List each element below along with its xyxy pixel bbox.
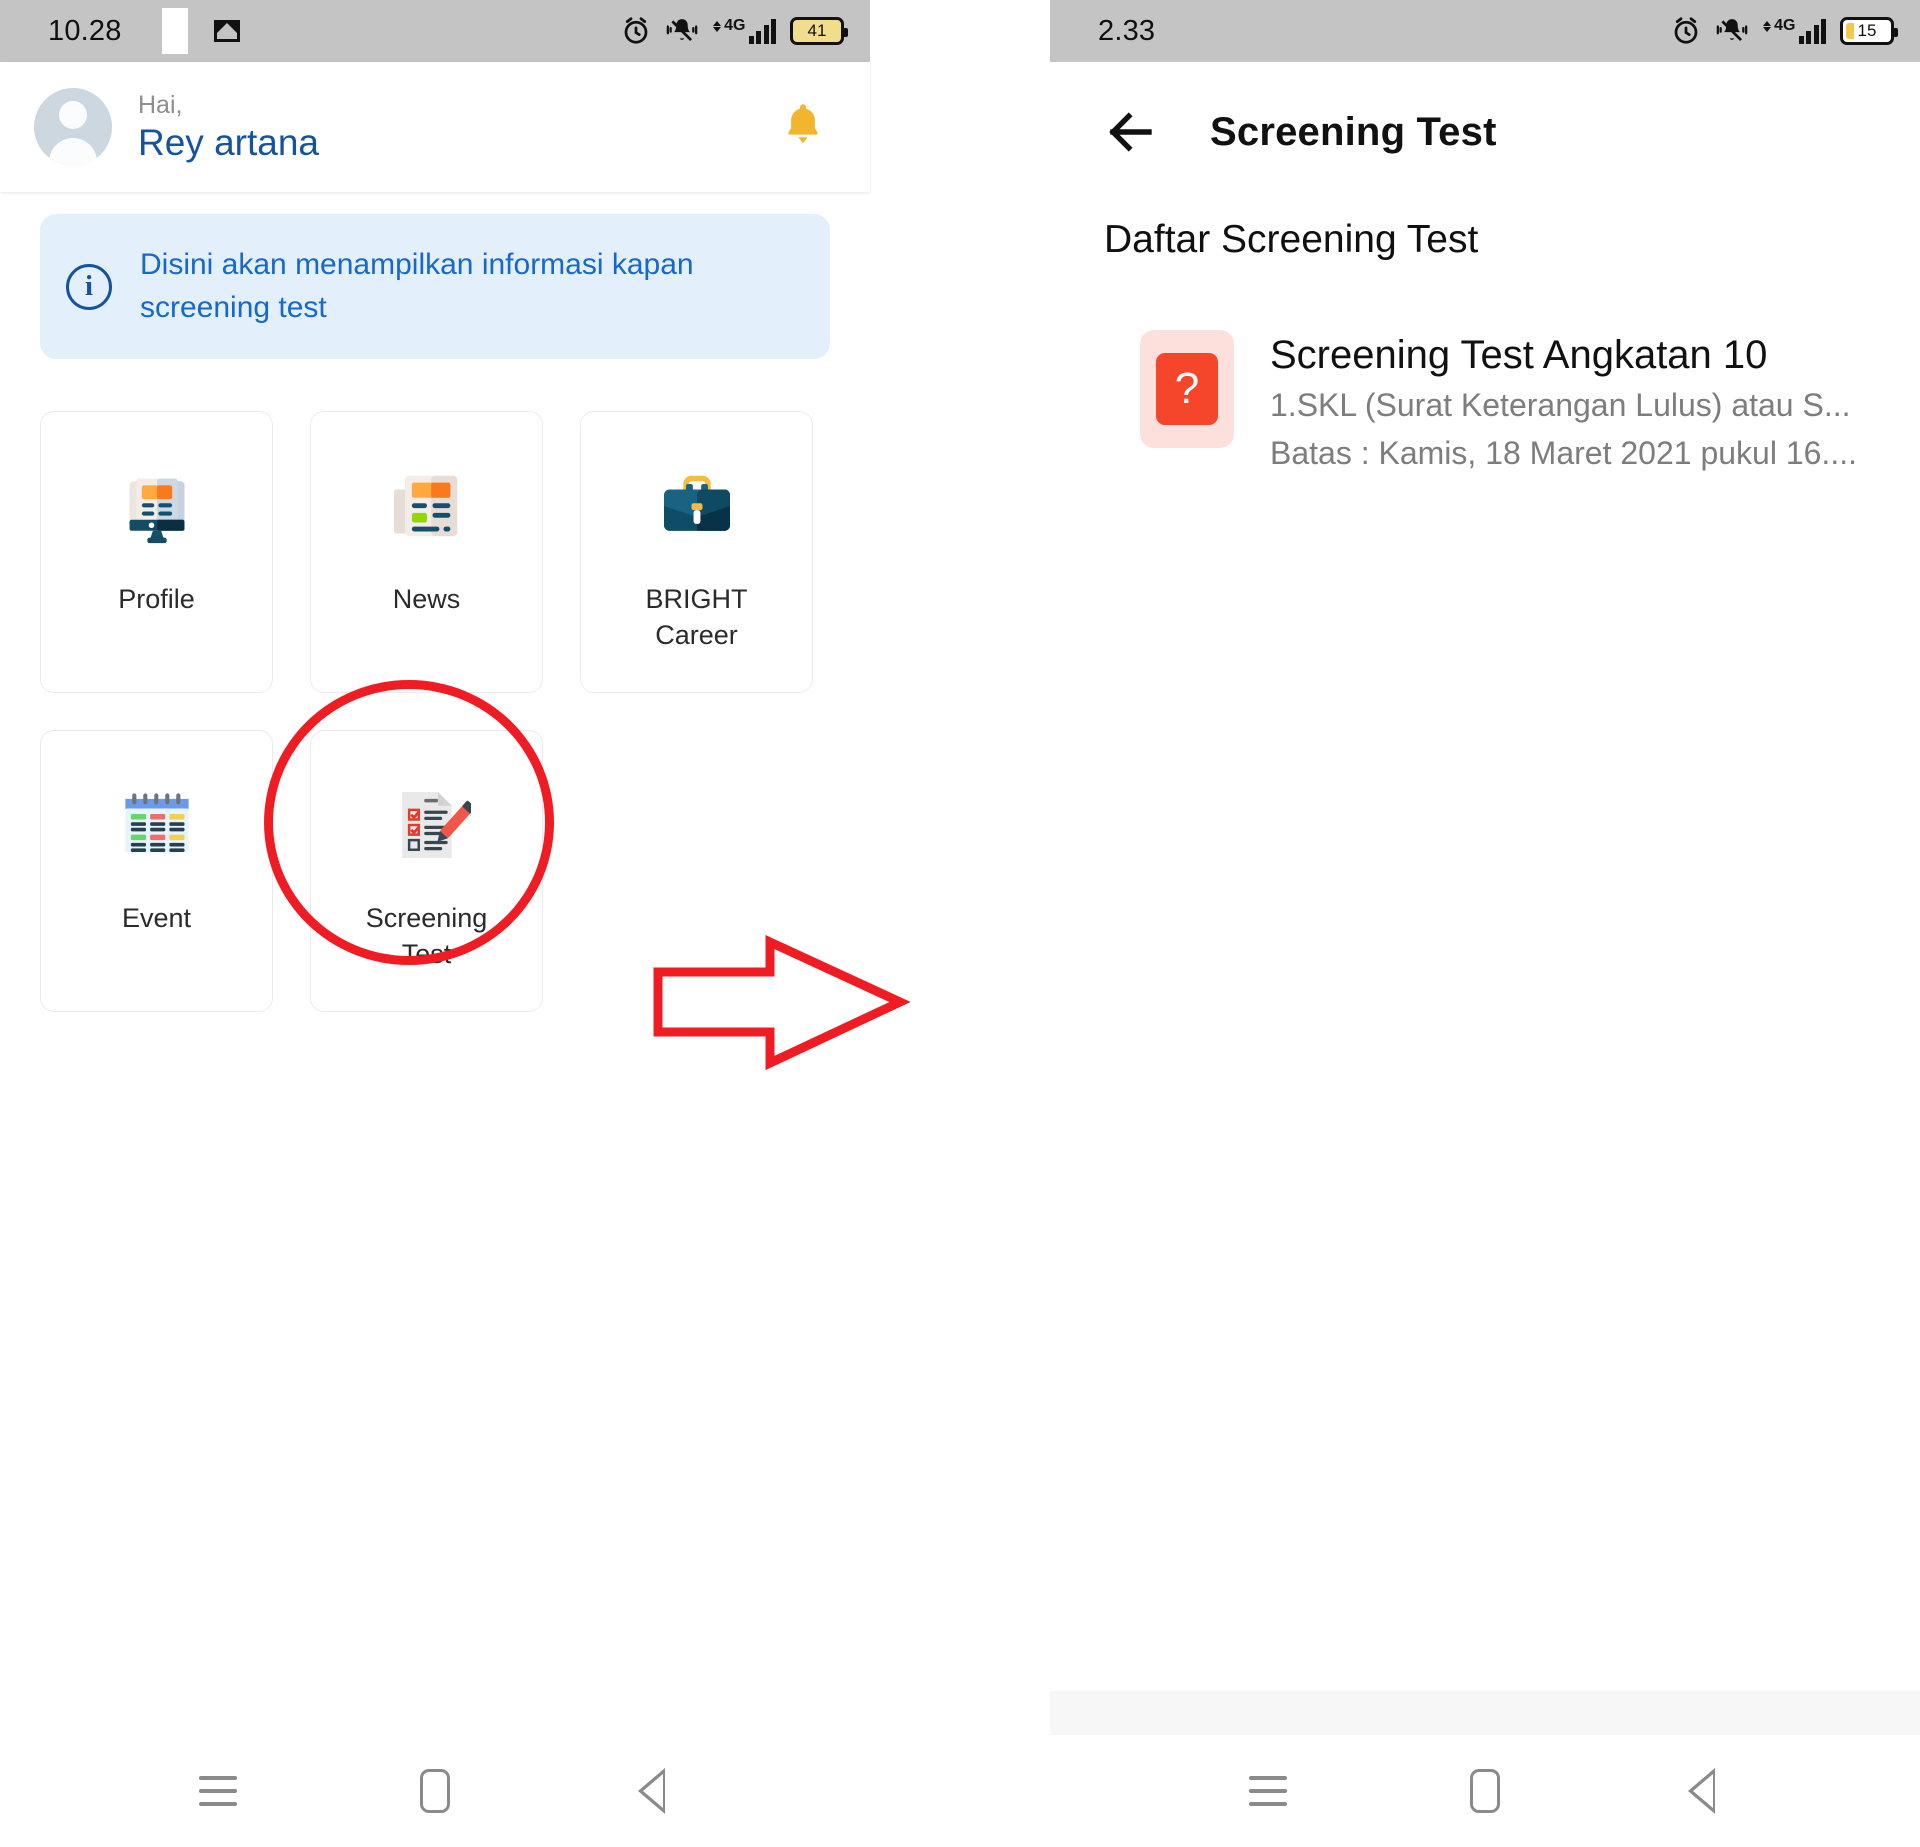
status-time: 2.33 <box>1098 14 1156 47</box>
screenshot-stage: 10.28 4G 41 Hai, Rey artana i Disini aka… <box>0 0 1920 1847</box>
network-label: 4G <box>724 17 746 34</box>
list-item-title: Screening Test Angkatan 10 <box>1270 333 1768 377</box>
menu-recents-icon[interactable] <box>1238 1761 1298 1821</box>
newspaper-icon <box>381 460 473 552</box>
status-icons-group: 4G 41 <box>621 16 848 46</box>
list-item-text: Screening Test Angkatan 10 1.SKL (Surat … <box>1270 330 1857 474</box>
battery-fill <box>1846 23 1854 39</box>
menu-recents-icon[interactable] <box>188 1761 248 1821</box>
right-phone-screen: 2.33 4G 15 Screening Test Daftar Screeni… <box>1050 0 1920 1847</box>
list-item-subtitle: 1.SKL (Surat Keterangan Lulus) atau S... <box>1270 387 1851 423</box>
app-bar-right: Screening Test <box>1050 62 1920 202</box>
info-banner: i Disini akan menampilkan informasi kapa… <box>40 214 830 360</box>
info-circle-icon: i <box>66 263 112 310</box>
list-item[interactable]: ? Screening Test Angkatan 10 1.SKL (Sura… <box>1050 330 1920 474</box>
tile-screening-test[interactable]: Screening Test <box>310 730 543 1013</box>
tile-label: News <box>392 584 461 615</box>
battery-level: 41 <box>807 21 827 40</box>
tile-label: Screening Test <box>365 903 488 970</box>
list-item-deadline: Batas : Kamis, 18 Maret 2021 pukul 16...… <box>1270 435 1857 472</box>
desktop-monitor-icon <box>111 460 203 552</box>
arrow-left-icon[interactable] <box>1104 105 1158 159</box>
info-banner-text: Disini akan menampilkan informasi kapan … <box>140 248 694 324</box>
bottom-strip <box>1050 1691 1920 1735</box>
tile-event[interactable]: Event <box>40 730 273 1013</box>
home-icon[interactable] <box>1455 1761 1515 1821</box>
tile-profile[interactable]: Profile <box>40 411 273 694</box>
status-icons-group: 4G 15 <box>1671 16 1898 46</box>
status-notch <box>161 8 188 54</box>
menu-grid: Profile News BRIGHT Career Event Screeni… <box>0 359 870 1013</box>
app-header: Hai, Rey artana <box>0 62 870 192</box>
tile-news[interactable]: News <box>310 411 543 694</box>
greeting-label: Hai, <box>138 90 183 119</box>
calendar-icon <box>111 779 203 871</box>
battery-level: 15 <box>1857 21 1877 40</box>
page-title: Screening Test <box>1210 109 1497 154</box>
back-triangle-icon[interactable] <box>622 1761 682 1821</box>
alarm-icon <box>621 16 651 46</box>
signal-bars-icon <box>1798 18 1826 44</box>
tile-bright-career[interactable]: BRIGHT Career <box>580 411 813 694</box>
left-body: i Disini akan menampilkan informasi kapa… <box>0 214 870 1013</box>
status-time: 10.28 <box>48 14 122 47</box>
greeting-block: Hai, Rey artana <box>138 91 319 163</box>
system-nav-bar-left <box>0 1735 870 1847</box>
notification-bell-icon[interactable] <box>780 100 836 155</box>
tile-label: Event <box>121 903 192 934</box>
network-4g-icon: 4G <box>1763 18 1826 44</box>
data-arrows-icon <box>1763 21 1772 32</box>
network-4g-icon: 4G <box>713 18 776 44</box>
status-bar-left: 10.28 4G 41 <box>0 0 870 62</box>
briefcase-icon <box>651 460 743 552</box>
section-title: Daftar Screening Test <box>1104 218 1479 261</box>
system-nav-bar-right <box>1050 1735 1920 1847</box>
bell-off-icon <box>1715 16 1749 46</box>
tile-label: BRIGHT Career <box>645 584 748 651</box>
alarm-icon <box>1671 16 1701 46</box>
tile-label: Profile <box>118 584 195 615</box>
signal-bars-icon <box>748 18 776 44</box>
left-phone-screen: 10.28 4G 41 Hai, Rey artana i Disini aka… <box>0 0 870 1847</box>
battery-icon: 41 <box>790 17 848 45</box>
gmail-icon <box>213 20 240 42</box>
screening-test-list: ? Screening Test Angkatan 10 1.SKL (Sura… <box>1050 330 1920 474</box>
checklist-pencil-icon <box>381 779 473 871</box>
back-triangle-icon[interactable] <box>1672 1761 1732 1821</box>
avatar[interactable] <box>34 88 112 166</box>
home-icon[interactable] <box>405 1761 465 1821</box>
flow-arrow-annotation <box>653 934 910 1071</box>
bell-off-icon <box>665 16 699 46</box>
data-arrows-icon <box>713 21 722 32</box>
status-bar-right: 2.33 4G 15 <box>1050 0 1920 62</box>
question-mark-icon: ? <box>1140 330 1234 448</box>
battery-icon: 15 <box>1840 17 1898 45</box>
network-label: 4G <box>1774 17 1796 34</box>
user-name: Rey artana <box>138 121 319 163</box>
